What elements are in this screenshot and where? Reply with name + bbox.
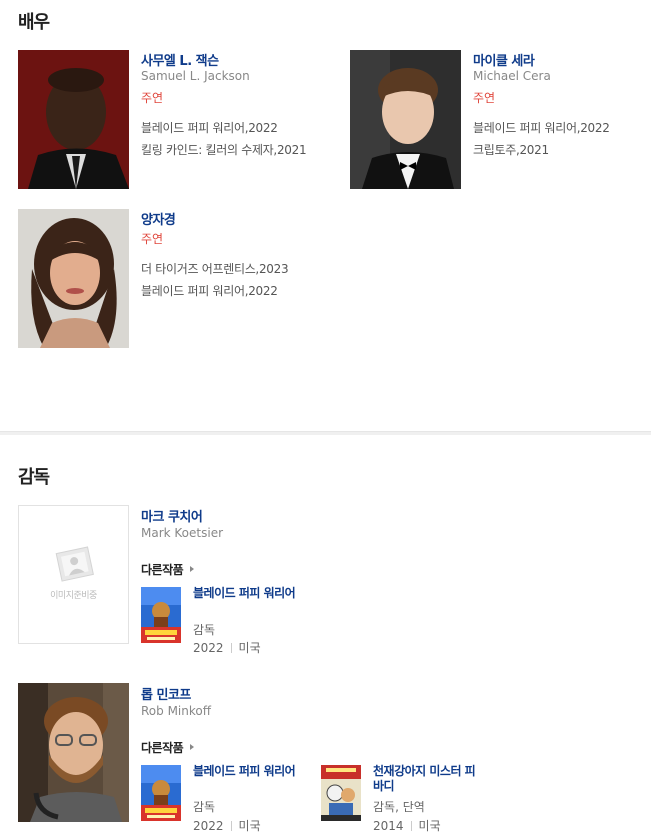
- actor-name[interactable]: 마이클 세라: [473, 50, 535, 69]
- actor-english-name: Samuel L. Jackson: [141, 69, 250, 83]
- separator: [230, 821, 232, 831]
- director-english-name: Mark Koetsier: [141, 526, 224, 540]
- movie-role: 감독, 단역: [373, 800, 425, 814]
- actor-name[interactable]: 양자경: [141, 209, 176, 228]
- movie-title[interactable]: 블레이드 퍼피 워리어: [193, 586, 305, 601]
- director-name[interactable]: 롭 민코프: [141, 684, 191, 703]
- movie-country: 미국: [238, 641, 261, 655]
- actor-work[interactable]: 블레이드 퍼피 워리어,2022: [141, 282, 278, 299]
- actor-role: 주연: [141, 232, 164, 246]
- no-image-icon: [55, 546, 94, 582]
- director-name[interactable]: 마크 쿠치어: [141, 506, 203, 525]
- actor-work[interactable]: 더 타이거즈 어프렌티스,2023: [141, 260, 289, 277]
- actor-name[interactable]: 사무엘 L. 잭슨: [141, 50, 219, 69]
- movie-year-country: 2022 미국: [193, 817, 261, 834]
- movie-year-country: 2014 미국: [373, 817, 441, 834]
- movie-poster-blade-puppy-warrior[interactable]: [141, 587, 181, 643]
- actor-photo-michelle-yeoh[interactable]: [18, 209, 129, 348]
- movie-year: 2014: [373, 819, 404, 833]
- director-photo-placeholder[interactable]: 이미지준비중: [18, 505, 129, 644]
- separator: [410, 821, 412, 831]
- actor-photo-michael-cera[interactable]: [350, 50, 461, 189]
- actor-work[interactable]: 블레이드 퍼피 워리어,2022: [141, 119, 278, 136]
- movie-poster-mr-peabody[interactable]: [321, 765, 361, 821]
- movie-year-country: 2022 미국: [193, 639, 261, 656]
- movie-role: 감독: [193, 623, 216, 637]
- actor-photo-samuel-l-jackson[interactable]: [18, 50, 129, 189]
- chevron-right-icon: [190, 744, 194, 750]
- movie-country: 미국: [238, 819, 261, 833]
- actor-role: 주연: [473, 91, 496, 105]
- separator: [230, 643, 232, 653]
- movie-country: 미국: [418, 819, 441, 833]
- movie-year: 2022: [193, 641, 224, 655]
- actor-work[interactable]: 크립토주,2021: [473, 141, 549, 158]
- other-works-label[interactable]: 다른작품: [141, 561, 184, 578]
- actor-role: 주연: [141, 91, 164, 105]
- movie-poster-blade-puppy-warrior[interactable]: [141, 765, 181, 821]
- actor-work[interactable]: 블레이드 퍼피 워리어,2022: [473, 119, 610, 136]
- actor-english-name: Michael Cera: [473, 69, 551, 83]
- chevron-right-icon: [190, 566, 194, 572]
- movie-role: 감독: [193, 800, 216, 814]
- no-image-label: 이미지준비중: [50, 591, 97, 601]
- actors-section-title: 배우: [18, 12, 50, 33]
- section-divider: [0, 431, 651, 435]
- director-english-name: Rob Minkoff: [141, 704, 211, 718]
- movie-title[interactable]: 천재강아지 미스터 피바디: [373, 764, 485, 794]
- other-works-label[interactable]: 다른작품: [141, 739, 184, 756]
- directors-section-title: 감독: [18, 467, 50, 488]
- movie-title[interactable]: 블레이드 퍼피 워리어: [193, 764, 305, 779]
- director-photo-rob-minkoff[interactable]: [18, 683, 129, 822]
- actor-work[interactable]: 킬링 카인드: 킬러의 수제자,2021: [141, 141, 307, 158]
- movie-year: 2022: [193, 819, 224, 833]
